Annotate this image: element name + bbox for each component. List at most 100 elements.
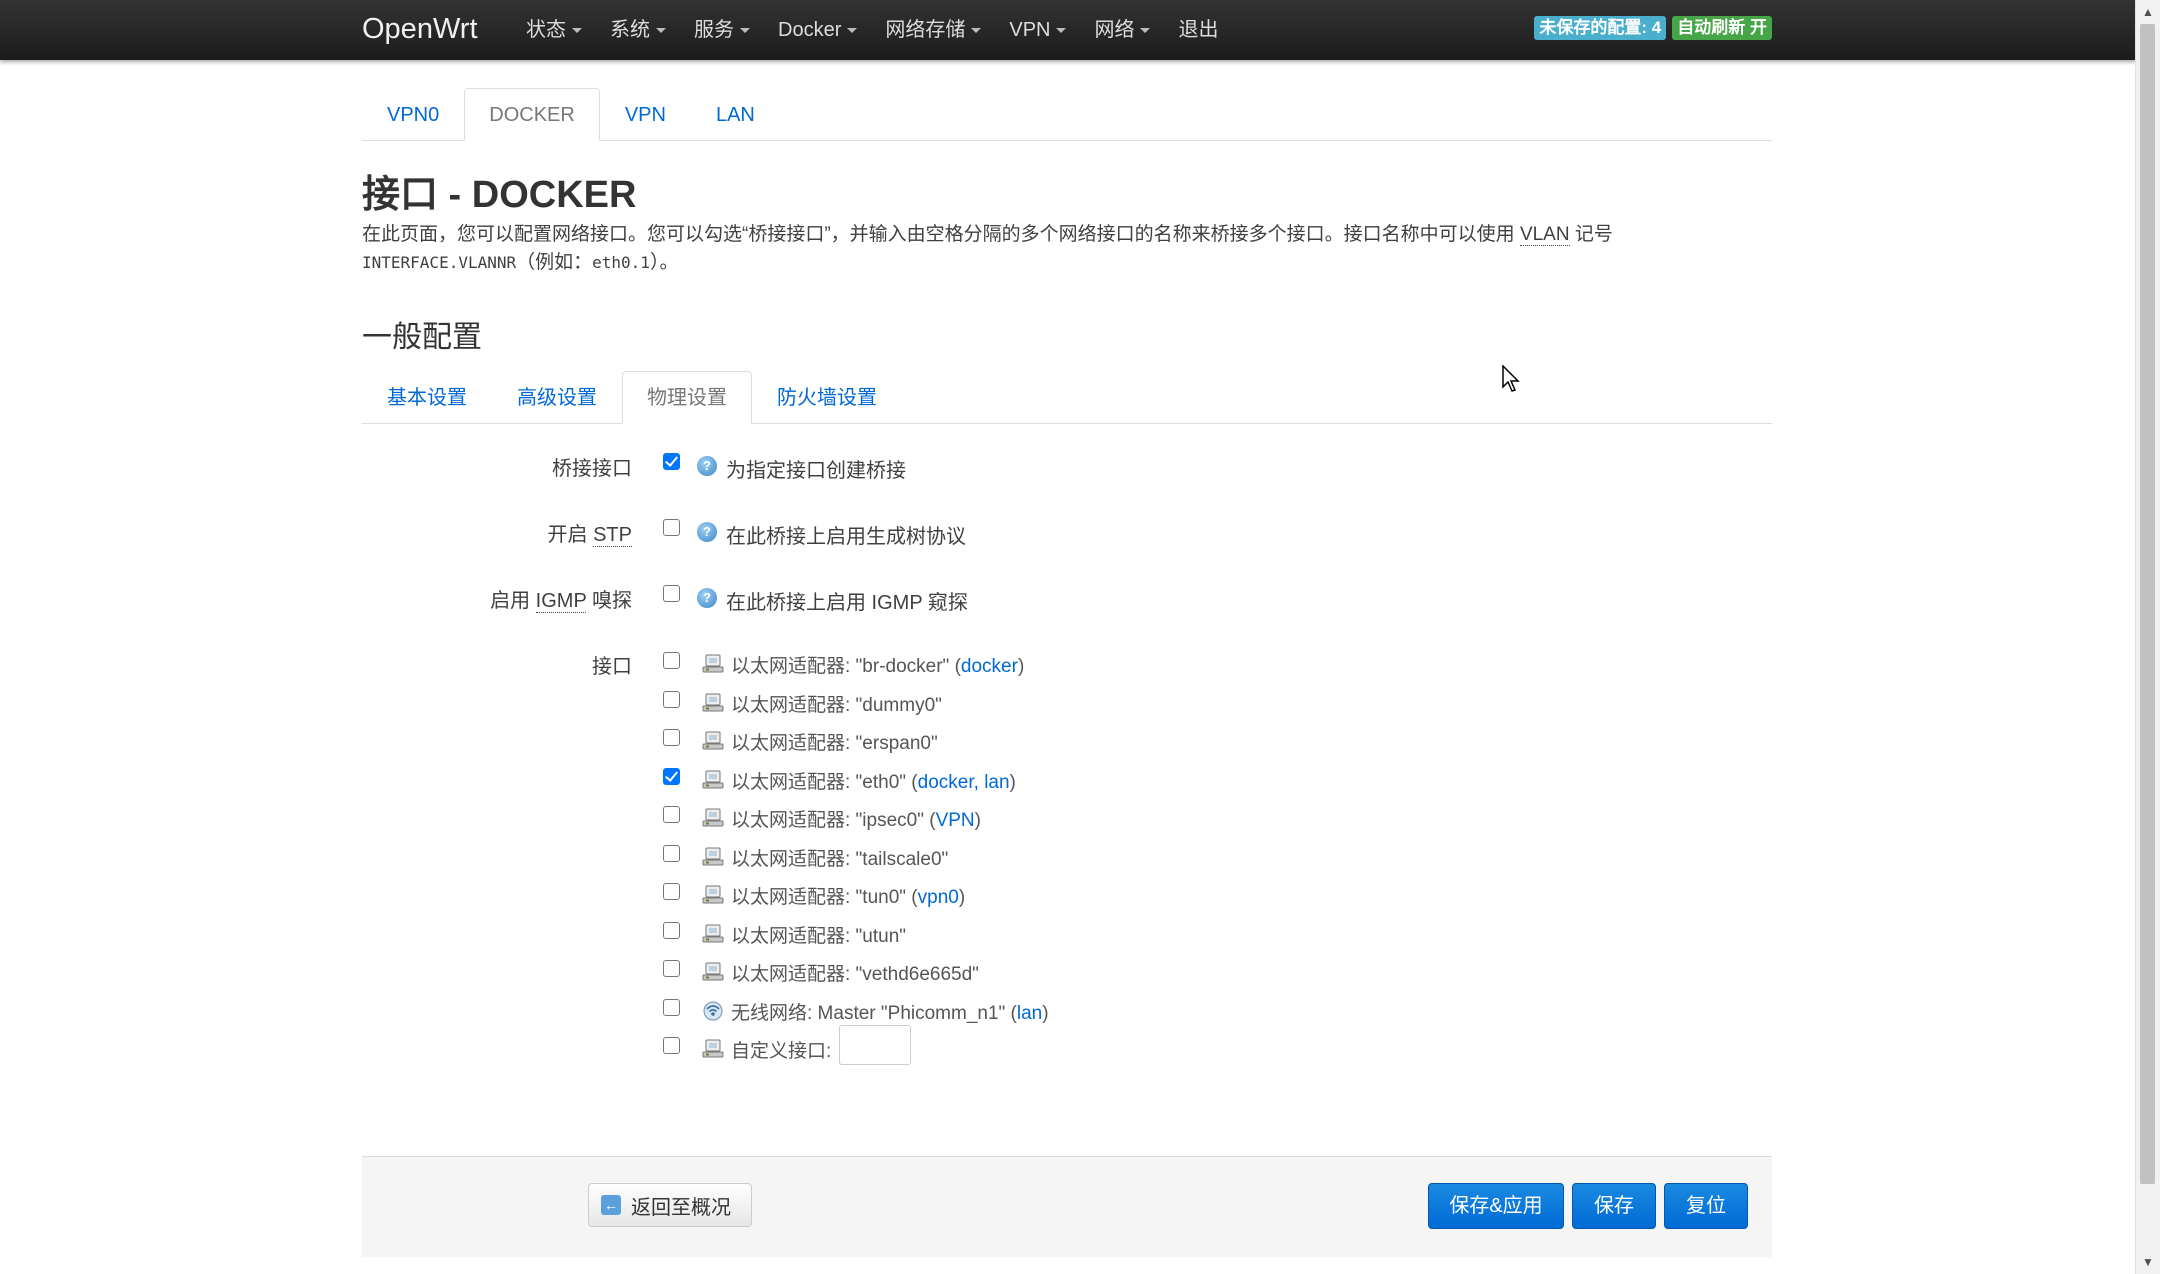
- scrollbar-thumb[interactable]: [2140, 24, 2155, 1184]
- chevron-down-icon: [740, 27, 750, 33]
- interface-name: 以太网适配器: "eth0" (: [731, 771, 918, 793]
- interface-suffix: ): [974, 810, 981, 831]
- vertical-scrollbar[interactable]: ▲ ▼: [2135, 0, 2160, 1274]
- interface-checkbox[interactable]: [663, 806, 680, 823]
- settings-subtabs: 基本设置 高级设置 物理设置 防火墙设置: [362, 371, 1772, 424]
- menu-system[interactable]: 系统: [596, 0, 680, 60]
- interface-name: 自定义接口:: [731, 1041, 832, 1062]
- interface-item: 无线网络: Master "Phicomm_n1" (lan): [362, 998, 1262, 1029]
- igmp-label: 启用 IGMP 嗅探: [362, 584, 632, 613]
- back-to-overview-button[interactable]: ← 返回至概况: [588, 1183, 752, 1227]
- network-link[interactable]: docker: [918, 772, 974, 793]
- unsaved-changes-badge[interactable]: 未保存的配置: 4: [1534, 16, 1667, 40]
- label-text: 嗅探: [586, 590, 632, 612]
- menu-label: 状态: [526, 19, 566, 41]
- top-navbar: OpenWrt 状态 系统 服务 Docker 网络存储 VPN 网络 退出 未…: [0, 0, 2136, 60]
- stp-help: 在此桥接上启用生成树协议: [726, 526, 966, 548]
- ethernet-port-icon: [702, 962, 724, 981]
- scroll-down-icon[interactable]: ▼: [2136, 1252, 2160, 1272]
- interface-checkbox[interactable]: [663, 729, 680, 746]
- interface-checkbox[interactable]: [663, 960, 680, 977]
- tab-vpn[interactable]: VPN: [600, 88, 691, 141]
- tab-docker[interactable]: DOCKER: [464, 88, 600, 141]
- stp-checkbox[interactable]: [663, 519, 680, 536]
- physical-settings-form: 桥接接口 ? 为指定接口创建桥接 开启 STP ? 在此桥接上启用生成树协议 启…: [362, 446, 1772, 1088]
- custom-interface-input[interactable]: [839, 1025, 911, 1065]
- save-button[interactable]: 保存: [1572, 1183, 1656, 1229]
- interface-checkbox[interactable]: [663, 921, 680, 939]
- reset-button[interactable]: 复位: [1664, 1183, 1748, 1229]
- interface-label: 以太网适配器: "vethd6e665d": [731, 959, 979, 986]
- tab-lan[interactable]: LAN: [691, 88, 780, 141]
- network-link[interactable]: docker: [961, 656, 1018, 677]
- interface-label: 以太网适配器: "dummy0": [731, 690, 942, 717]
- interface-suffix: ): [1009, 771, 1016, 793]
- menu-vpn[interactable]: VPN: [995, 0, 1080, 60]
- page-title: 接口 - DOCKER: [362, 174, 637, 216]
- tab-vpn0[interactable]: VPN0: [362, 88, 464, 141]
- auto-refresh-badge[interactable]: 自动刷新 开: [1672, 16, 1772, 40]
- network-link[interactable]: lan: [1017, 1003, 1042, 1024]
- interface-name: 以太网适配器: "vethd6e665d": [731, 964, 979, 985]
- tab-basic-settings[interactable]: 基本设置: [362, 371, 492, 424]
- menu-label: 系统: [610, 19, 650, 41]
- interface-label: 自定义接口:: [731, 1036, 831, 1063]
- interface-checkbox[interactable]: [663, 690, 680, 708]
- interface-label: 以太网适配器: "br-docker" (docker): [731, 651, 1024, 678]
- ethernet-port-icon: [702, 847, 724, 865]
- interface-checkbox[interactable]: [663, 998, 680, 1016]
- interface-label: 以太网适配器: "erspan0": [731, 728, 938, 755]
- desc-code: eth0.1: [592, 253, 650, 272]
- interface-name: 以太网适配器: "tailscale0": [731, 848, 949, 870]
- ethernet-port-icon: [702, 770, 724, 788]
- tab-physical-settings[interactable]: 物理设置: [622, 371, 752, 424]
- stp-label: 开启 STP: [362, 518, 632, 547]
- menu-label: Docker: [778, 19, 842, 41]
- interface-item: 以太网适配器: "utun": [362, 921, 1262, 952]
- wireless-icon: [703, 1001, 723, 1020]
- network-link[interactable]: lan: [984, 772, 1009, 793]
- menu-status[interactable]: 状态: [512, 0, 596, 60]
- menu-logout[interactable]: 退出: [1164, 0, 1232, 60]
- menu-docker[interactable]: Docker: [764, 0, 871, 60]
- tab-advanced-settings[interactable]: 高级设置: [492, 371, 622, 424]
- bridge-checkbox[interactable]: [663, 453, 680, 470]
- interface-checkbox[interactable]: [663, 844, 680, 862]
- interface-item: 以太网适配器: "eth0" (docker, lan): [362, 767, 1262, 798]
- bridge-help: 为指定接口创建桥接: [726, 460, 906, 482]
- menu-nas[interactable]: 网络存储: [871, 0, 995, 60]
- network-link[interactable]: vpn0: [918, 887, 959, 908]
- interface-suffix: ): [1042, 1002, 1049, 1024]
- menu-label: VPN: [1009, 19, 1051, 41]
- interface-item: 以太网适配器: "erspan0": [362, 729, 1262, 759]
- interface-name: 以太网适配器: "tun0" (: [731, 887, 918, 908]
- chevron-down-icon: [656, 27, 666, 33]
- igmp-checkbox[interactable]: [663, 585, 680, 602]
- menu-label: 退出: [1178, 19, 1219, 41]
- desc-text: （例如：: [516, 252, 593, 273]
- tab-firewall-settings[interactable]: 防火墙设置: [752, 371, 902, 424]
- interface-checkbox[interactable]: [663, 1037, 680, 1054]
- interface-checkbox[interactable]: [663, 883, 680, 900]
- page-description: 在此页面，您可以配置网络接口。您可以勾选“桥接接口”，并输入由空格分隔的多个网络…: [362, 221, 1772, 277]
- interface-label: 以太网适配器: "eth0" (docker, lan): [731, 767, 1016, 794]
- interface-suffix: ): [1017, 656, 1025, 677]
- network-link[interactable]: VPN: [936, 810, 975, 831]
- section-title: 一般配置: [362, 321, 482, 354]
- bridge-label: 桥接接口: [552, 458, 632, 480]
- brand-logo[interactable]: OpenWrt: [362, 10, 478, 48]
- interface-checkbox[interactable]: [663, 767, 680, 785]
- interface-checkbox[interactable]: [663, 652, 680, 669]
- interface-item: 以太网适配器: "tailscale0": [362, 844, 1262, 875]
- igmp-abbr: IGMP: [535, 590, 587, 613]
- save-apply-button[interactable]: 保存&应用: [1428, 1183, 1564, 1229]
- menu-network[interactable]: 网络: [1080, 0, 1164, 60]
- menu-services[interactable]: 服务: [680, 0, 764, 60]
- chevron-down-icon: [572, 27, 582, 33]
- menu-label: 网络存储: [885, 19, 966, 41]
- desc-code: INTERFACE.VLANNR: [362, 253, 517, 272]
- stp-abbr: STP: [593, 524, 632, 547]
- menu-label: 服务: [694, 19, 734, 41]
- scroll-up-icon[interactable]: ▲: [2136, 2, 2160, 22]
- interface-label: 无线网络: Master "Phicomm_n1" (lan): [731, 998, 1049, 1025]
